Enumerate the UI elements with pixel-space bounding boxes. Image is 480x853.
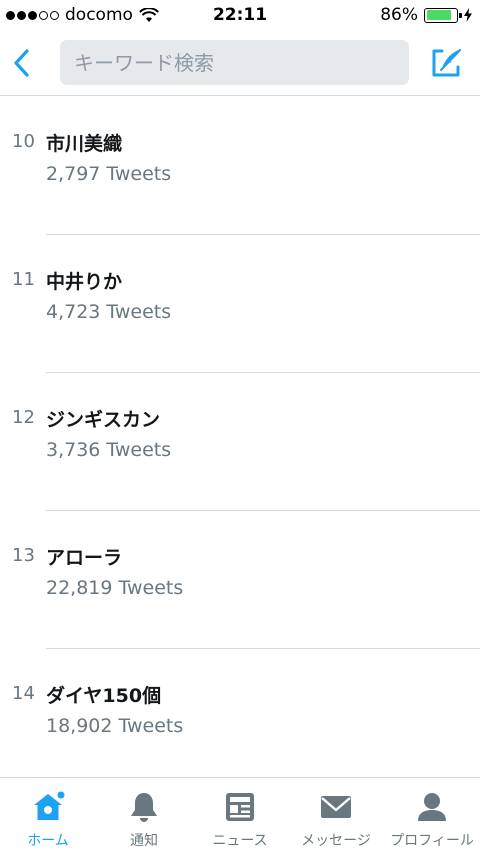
chevron-left-icon (14, 49, 29, 77)
tab-label: 通知 (130, 833, 158, 849)
trend-rank: 14 (12, 683, 35, 704)
trend-item[interactable]: 11 中井りか 4,723 Tweets (0, 235, 480, 373)
battery-percent: 86% (380, 5, 418, 25)
tab-label: ニュース (212, 833, 268, 849)
search-input[interactable] (60, 40, 409, 85)
trend-rank: 11 (12, 269, 35, 290)
battery-fill (426, 10, 451, 20)
tab-label: メッセージ (301, 833, 371, 849)
trend-name: ジンギスカン (46, 409, 161, 431)
status-bar: docomo 22:11 86% (0, 0, 480, 32)
trend-rank: 10 (12, 131, 35, 152)
trend-name: ダイヤ150個 (46, 685, 162, 707)
trend-rank: 12 (12, 407, 35, 428)
trend-tweet-count: 3,736 Tweets (46, 439, 172, 461)
status-right: 86% (380, 5, 472, 25)
news-icon (226, 793, 254, 821)
tab-label: プロフィール (390, 833, 474, 849)
trend-item[interactable]: 12 ジンギスカン 3,736 Tweets (0, 373, 480, 511)
tab-news[interactable]: ニュース (192, 778, 288, 853)
tab-label: ホーム (27, 833, 69, 849)
battery-icon (424, 7, 462, 23)
nav-bar (0, 32, 480, 96)
tab-profile[interactable]: プロフィール (384, 778, 480, 853)
battery-tip (459, 12, 462, 18)
trend-tweet-count: 4,723 Tweets (46, 301, 172, 323)
trend-tweet-count: 2,797 Tweets (46, 163, 172, 185)
compose-tweet-button[interactable] (428, 46, 466, 80)
trend-tweet-count: 18,902 Tweets (46, 715, 184, 737)
tab-messages[interactable]: メッセージ (288, 778, 384, 853)
trend-item[interactable]: 10 市川美織 2,797 Tweets (0, 97, 480, 235)
trend-name: 中井りか (46, 271, 123, 293)
trend-list: 10 市川美織 2,797 Tweets 11 中井りか 4,723 Tweet… (0, 97, 480, 787)
trend-item[interactable]: 14 ダイヤ150個 18,902 Tweets (0, 649, 480, 787)
trend-tweet-count: 22,819 Tweets (46, 577, 184, 599)
trend-name: 市川美織 (46, 133, 123, 155)
trend-rank: 13 (12, 545, 35, 566)
trend-name: アローラ (46, 547, 123, 569)
charging-icon (464, 8, 472, 22)
tab-bar: ホーム 通知 ニュース メッセージ プロフィール (0, 777, 480, 852)
compose-icon (432, 49, 461, 77)
trend-item[interactable]: 13 アローラ 22,819 Tweets (0, 511, 480, 649)
back-button[interactable] (8, 46, 36, 80)
envelope-icon (321, 796, 351, 818)
home-icon (34, 791, 65, 820)
bell-icon (131, 793, 157, 822)
tab-notifications[interactable]: 通知 (96, 778, 192, 853)
tab-home[interactable]: ホーム (0, 778, 96, 853)
person-icon (418, 793, 446, 821)
